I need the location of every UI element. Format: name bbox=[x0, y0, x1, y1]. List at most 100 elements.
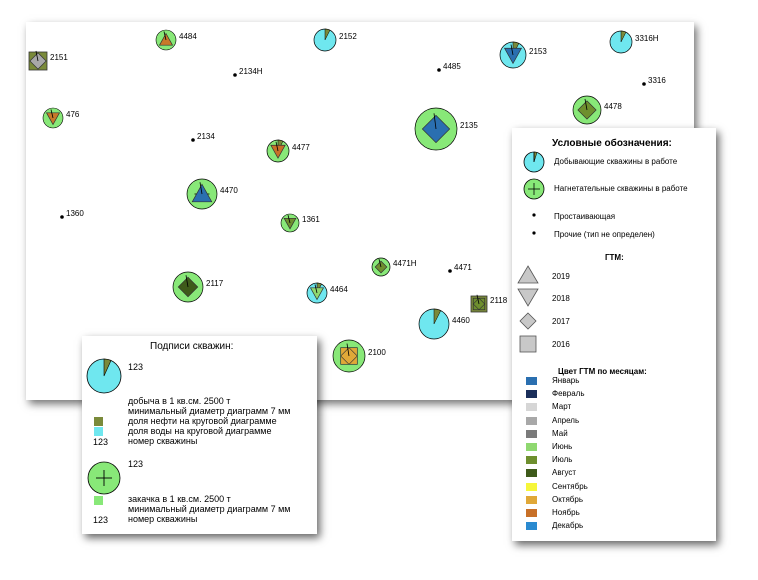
oil-share-swatch bbox=[94, 417, 103, 426]
legend-title: Условные обозначения: bbox=[552, 138, 672, 149]
month-swatch bbox=[526, 377, 537, 385]
well-number-label: 4464 bbox=[330, 285, 348, 294]
well-number-label: 4471 bbox=[454, 263, 472, 272]
inj-number: 123 bbox=[128, 459, 144, 469]
well-number-label: 4477 bbox=[292, 143, 310, 152]
gtm-year-2017: 2017 bbox=[552, 317, 570, 326]
legend-injection-label: Нагнетательные скважины в работе bbox=[554, 184, 688, 193]
well-marker[interactable]: 1361 bbox=[280, 213, 320, 233]
well-number-label: 2118 bbox=[490, 296, 508, 305]
month-label: Декабрь bbox=[552, 521, 584, 531]
month-swatch bbox=[526, 416, 537, 425]
gtm-year-2016: 2016 bbox=[552, 340, 570, 349]
well-marker[interactable]: 4470 bbox=[186, 178, 238, 210]
inj-line-3: номер скважины bbox=[128, 514, 198, 524]
well-number-label: 4484 bbox=[179, 32, 197, 41]
month-swatch bbox=[526, 456, 537, 465]
month-swatch bbox=[526, 495, 537, 504]
well-number-label: 2151 bbox=[50, 53, 68, 62]
gtm-year-2018: 2018 bbox=[552, 294, 570, 303]
well-marker[interactable]: 3316 bbox=[642, 76, 666, 86]
well-number-label: 2152 bbox=[339, 32, 357, 41]
injection-well-icon bbox=[523, 178, 545, 200]
month-swatch bbox=[526, 429, 537, 438]
well-dot bbox=[60, 215, 64, 219]
producing-well-icon bbox=[523, 151, 545, 173]
well-marker[interactable]: 2100 bbox=[332, 339, 386, 373]
well-number-label: 4470 bbox=[220, 186, 238, 195]
well-marker[interactable]: 2135 bbox=[414, 107, 478, 151]
month-label: Январь bbox=[552, 376, 580, 385]
inj-line-1: закачка в 1 кв.см. 2500 т bbox=[128, 494, 231, 504]
legend-idle-label: Простаивающая bbox=[554, 212, 616, 221]
month-swatch bbox=[526, 403, 537, 412]
well-dot bbox=[437, 68, 441, 72]
well-marker[interactable]: 4485 bbox=[437, 62, 461, 72]
producing-sample-icon bbox=[86, 358, 122, 394]
well-marker[interactable]: 2134H bbox=[233, 67, 263, 77]
well-marker[interactable]: 2151 bbox=[28, 50, 68, 71]
gtm-2016-square-icon bbox=[519, 335, 537, 353]
inj-line-2: минимальный диаметр диаграмм 7 мм bbox=[128, 504, 291, 514]
well-marker[interactable]: 2153 bbox=[499, 41, 547, 69]
well-number-label: 3316 bbox=[648, 76, 666, 85]
gtm-year-2019: 2019 bbox=[552, 272, 570, 281]
injection-share-swatch bbox=[94, 496, 103, 505]
well-marker[interactable]: 4471 bbox=[448, 263, 472, 273]
month-label: Май bbox=[552, 428, 568, 438]
month-swatch bbox=[526, 522, 537, 531]
gtm-2018-triangle-down-icon bbox=[517, 288, 539, 307]
month-label: Август bbox=[552, 468, 577, 478]
well-marker[interactable]: 4478 bbox=[572, 95, 622, 125]
idle-well-icon bbox=[532, 213, 536, 217]
month-label: Февраль bbox=[552, 389, 585, 399]
prod-number-bottom: 123 bbox=[93, 437, 109, 447]
well-marker[interactable]: 2118 bbox=[470, 294, 508, 313]
well-dot bbox=[191, 138, 195, 142]
well-marker[interactable]: 4484 bbox=[155, 29, 197, 51]
water-share-swatch bbox=[94, 427, 103, 436]
month-swatch bbox=[526, 390, 537, 399]
well-marker[interactable]: 3316H bbox=[609, 30, 659, 54]
month-label: Апрель bbox=[552, 415, 580, 425]
prod-line-3: доля нефти на круговой диаграмме bbox=[128, 416, 277, 426]
labels-panel: Подписи скважин: 123 добыча в 1 кв.см. 2… bbox=[82, 336, 317, 534]
months-title: Цвет ГТМ по месяцам: bbox=[558, 367, 647, 376]
gtm-title: ГТМ: bbox=[605, 253, 624, 262]
month-swatch bbox=[526, 482, 537, 491]
well-number-label: 2134 bbox=[197, 132, 215, 141]
well-number-label: 2117 bbox=[206, 279, 224, 288]
prod-line-5: номер скважины bbox=[128, 436, 198, 446]
well-number-label: 2100 bbox=[368, 348, 386, 357]
legend-producing-label: Добывающие скважины в работе bbox=[554, 157, 678, 166]
well-number-label: 1360 bbox=[66, 209, 84, 218]
month-swatch bbox=[526, 509, 537, 517]
well-marker[interactable]: 2134 bbox=[191, 132, 215, 142]
gtm-2019-triangle-up-icon bbox=[517, 265, 539, 284]
well-marker[interactable]: 4471H bbox=[371, 257, 417, 277]
legend-other-label: Прочие (тип не определен) bbox=[554, 230, 655, 239]
well-marker[interactable]: 2152 bbox=[313, 28, 357, 52]
well-dot bbox=[448, 269, 452, 273]
well-number-label: 4485 bbox=[443, 62, 461, 71]
well-number-label: 476 bbox=[66, 110, 80, 119]
well-number-label: 2135 bbox=[460, 121, 478, 130]
well-marker[interactable]: 1360 bbox=[60, 209, 84, 219]
well-marker[interactable]: 4477 bbox=[266, 139, 310, 163]
well-dot bbox=[233, 73, 237, 77]
well-marker[interactable]: 2117 bbox=[172, 271, 224, 303]
well-marker[interactable]: 4460 bbox=[418, 308, 470, 340]
well-dot bbox=[642, 82, 646, 86]
gtm-2017-diamond-icon bbox=[519, 312, 537, 330]
well-marker[interactable]: 4464 bbox=[306, 282, 348, 304]
month-swatch bbox=[526, 443, 537, 451]
month-label: Ноябрь bbox=[552, 508, 580, 517]
well-number-label: 2134H bbox=[239, 67, 263, 76]
month-label: Октябрь bbox=[552, 494, 584, 504]
prod-line-2: минимальный диаметр диаграмм 7 мм bbox=[128, 406, 291, 416]
month-label: Март bbox=[552, 402, 572, 412]
month-label: Июль bbox=[552, 455, 573, 465]
prod-number: 123 bbox=[128, 362, 144, 372]
well-marker[interactable]: 476 bbox=[42, 107, 80, 129]
other-well-icon bbox=[532, 231, 536, 235]
